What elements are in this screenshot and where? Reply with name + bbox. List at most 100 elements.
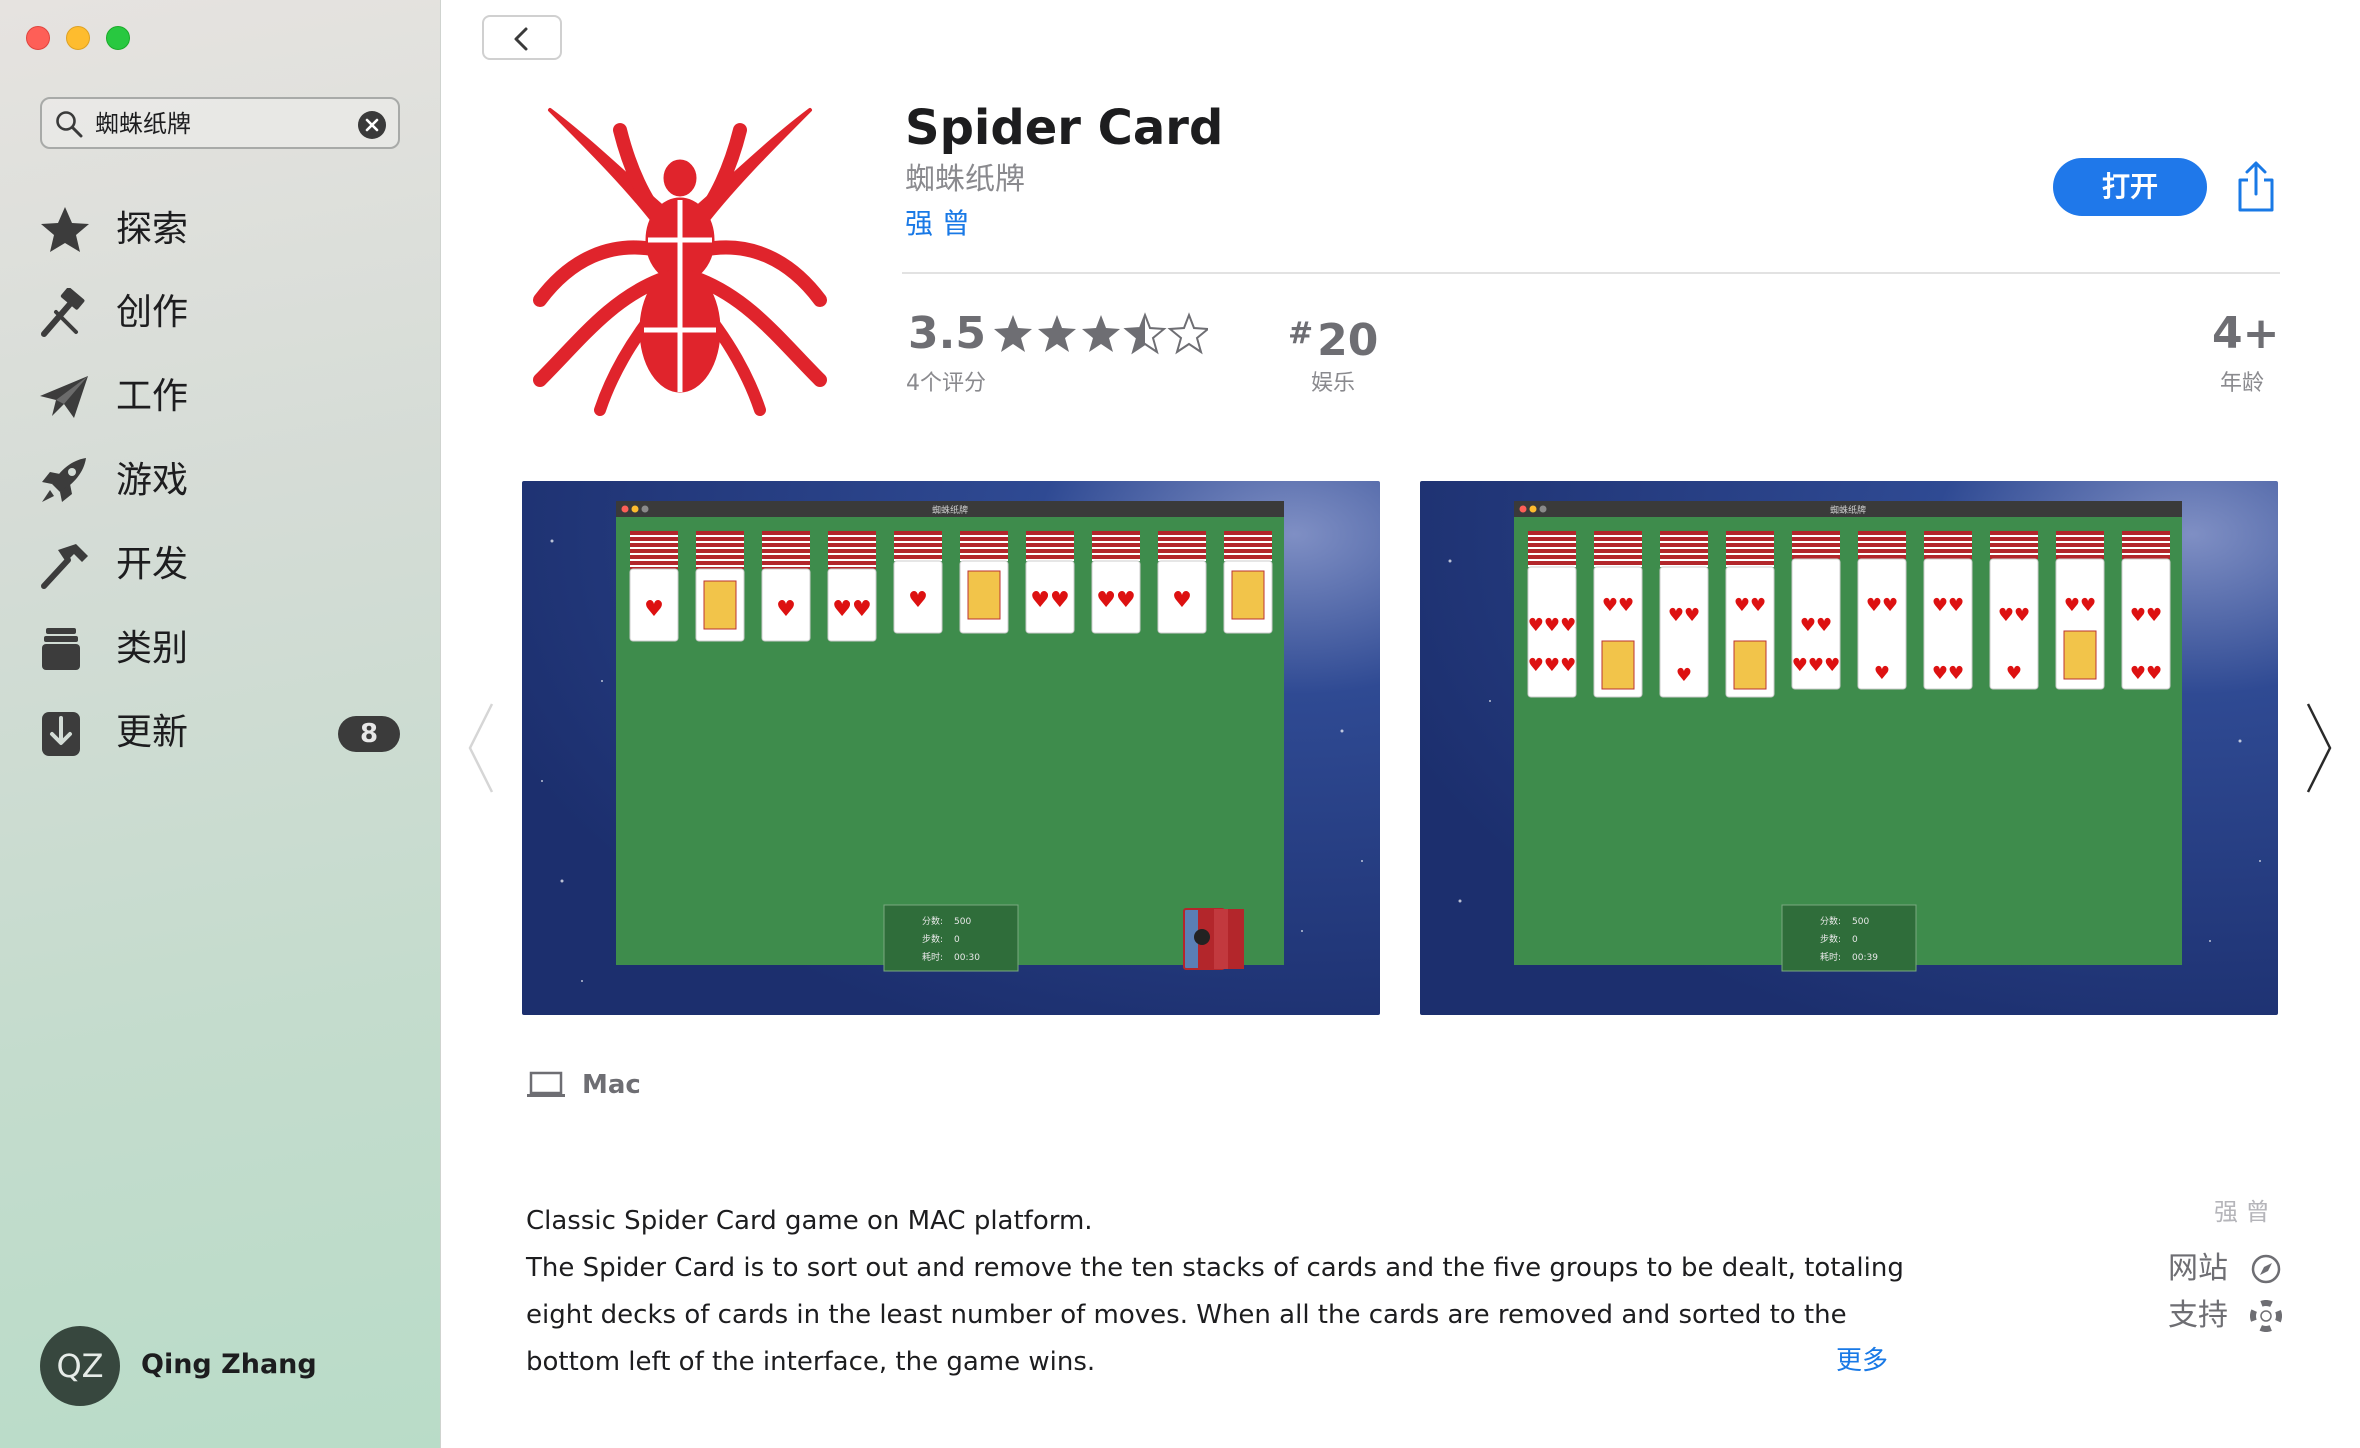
svg-text:♥♥: ♥♥: [1998, 605, 2030, 626]
score-label: 分数:: [922, 915, 943, 927]
user-name: Qing Zhang: [141, 1349, 317, 1380]
deal-pile: [1183, 908, 1244, 970]
svg-text:♥♥: ♥♥: [1932, 663, 1964, 684]
rating-stars: [994, 312, 1208, 355]
search-query[interactable]: 蜘蛛纸牌: [95, 108, 191, 140]
back-button[interactable]: [482, 15, 562, 60]
window-title: 蜘蛛纸牌: [1830, 504, 1866, 516]
star-icon: [1082, 315, 1120, 352]
svg-text:♥♥: ♥♥: [1668, 605, 1700, 626]
svg-text:♥♥: ♥♥: [1030, 588, 1069, 613]
paper-plane-icon: [40, 376, 88, 418]
svg-text:♥: ♥: [1172, 588, 1192, 613]
moves-value: 0: [1852, 935, 1858, 945]
moves-label: 步数:: [922, 933, 943, 945]
rank-value: 20: [1317, 315, 1379, 366]
rating-count: 4个评分: [906, 371, 986, 396]
window-title: 蜘蛛纸牌: [932, 504, 968, 516]
rank-hash: #: [1288, 316, 1314, 351]
chevron-left-icon: [514, 27, 528, 51]
developer-link[interactable]: 强 曾: [905, 208, 970, 240]
header-divider: [902, 272, 2280, 274]
svg-text:♥♥: ♥♥: [2130, 663, 2162, 684]
sidebar-item-categories[interactable]: 类别: [36, 614, 416, 684]
sidebar-item-work[interactable]: 工作: [36, 362, 416, 432]
app-description: Classic Spider Card game on MAC platform…: [526, 1198, 1926, 1386]
rank-category: 娱乐: [1311, 371, 1356, 396]
svg-text:♥♥: ♥♥: [1932, 595, 1964, 616]
avatar: QZ: [40, 1326, 120, 1406]
svg-text:♥: ♥: [1676, 665, 1692, 686]
app-title: Spider Card: [905, 100, 1224, 156]
minimize-button[interactable]: [66, 26, 90, 50]
score-value: 500: [1852, 917, 1869, 927]
sidebar-item-games[interactable]: 游戏: [36, 446, 416, 516]
clear-search-icon[interactable]: [358, 111, 386, 139]
sidebar-item-label: 工作: [116, 376, 189, 417]
rating-value: 3.5: [908, 308, 986, 359]
svg-text:♥♥: ♥♥: [1096, 588, 1135, 613]
support-link[interactable]: 支持: [2168, 1297, 2282, 1335]
empty-star-icon: [1167, 312, 1208, 355]
download-icon: [42, 712, 80, 756]
svg-text:♥: ♥: [776, 597, 796, 622]
sidebar-item-label: 探索: [116, 209, 189, 250]
updates-count-badge: 8: [338, 716, 400, 752]
description-line: Classic Spider Card game on MAC platform…: [526, 1206, 1093, 1236]
share-icon[interactable]: [2236, 160, 2276, 212]
description-body: The Spider Card is to sort out and remov…: [526, 1253, 1904, 1377]
moves-label: 步数:: [1820, 933, 1841, 945]
close-button[interactable]: [26, 26, 50, 50]
sidebar-item-discover[interactable]: 探索: [36, 195, 416, 265]
spider-app-icon: [533, 108, 827, 416]
star-icon: [1038, 315, 1076, 352]
hammer-icon: [41, 544, 88, 589]
app-store-window: 蜘蛛纸牌 探索 创作 工作 游戏 开发 类别 更新 8 QZ Qing Zhan…: [0, 0, 2360, 1448]
star-icon: [994, 315, 1032, 352]
rocket-icon: [42, 458, 86, 502]
svg-text:♥♥: ♥♥: [1866, 595, 1898, 616]
zoom-button[interactable]: [106, 26, 130, 50]
svg-text:♥♥: ♥♥: [1800, 615, 1832, 636]
svg-text:♥♥♥: ♥♥♥: [1528, 655, 1576, 676]
stack-icon: [42, 628, 80, 670]
website-label: 网站: [2168, 1251, 2228, 1286]
svg-text:♥: ♥: [644, 597, 664, 622]
more-link[interactable]: 更多: [1836, 1344, 1888, 1378]
search-field[interactable]: 蜘蛛纸牌: [40, 97, 400, 149]
previous-screenshot-icon[interactable]: [466, 700, 496, 796]
svg-text:♥♥: ♥♥: [1602, 595, 1634, 616]
sidebar: 蜘蛛纸牌 探索 创作 工作 游戏 开发 类别 更新 8 QZ Qing Zhan…: [0, 0, 441, 1448]
sidebar-item-updates[interactable]: 更新 8: [36, 698, 416, 768]
svg-text:♥♥♥: ♥♥♥: [1792, 655, 1840, 676]
developer-name[interactable]: 强 曾: [2214, 1196, 2270, 1228]
sidebar-item-develop[interactable]: 开发: [36, 530, 416, 600]
sidebar-item-label: 游戏: [116, 460, 189, 501]
compass-icon: [2251, 1254, 2281, 1284]
lifebuoy-icon: [2250, 1300, 2282, 1332]
support-label: 支持: [2168, 1298, 2228, 1333]
screenshot-1[interactable]: 蜘蛛纸牌 ♥ ♥ ♥♥ ♥ ♥♥ ♥♥ ♥ 分数: 500 步数: 0 耗时: …: [522, 481, 1380, 1015]
age-rating: 4+: [2212, 308, 2280, 359]
next-screenshot-icon[interactable]: [2304, 700, 2334, 796]
age-label: 年龄: [2220, 371, 2265, 396]
moves-value: 0: [954, 935, 960, 945]
screenshot-2[interactable]: 蜘蛛纸牌 ♥♥♥ ♥♥♥ ♥♥ ♥♥ ♥ ♥♥ ♥♥ ♥♥♥ ♥♥ ♥ ♥♥ ♥♥ ♥♥ ♥…: [1420, 481, 2278, 1015]
time-label: 耗时:: [922, 951, 943, 963]
half-star-icon: [1123, 312, 1167, 355]
svg-text:♥♥: ♥♥: [1734, 595, 1766, 616]
score-label: 分数:: [1820, 915, 1841, 927]
time-value: 00:39: [1852, 953, 1878, 963]
time-label: 耗时:: [1820, 951, 1841, 963]
website-link[interactable]: 网站: [2168, 1250, 2282, 1288]
app-subtitle: 蜘蛛纸牌: [905, 162, 1025, 197]
laptop-icon: [527, 1071, 565, 1097]
sidebar-item-create[interactable]: 创作: [36, 278, 416, 348]
sidebar-item-label: 更新: [116, 712, 189, 753]
user-account[interactable]: QZ Qing Zhang: [40, 1326, 420, 1406]
svg-text:♥♥♥: ♥♥♥: [1528, 615, 1576, 636]
open-button[interactable]: 打开: [2053, 158, 2207, 216]
svg-text:♥: ♥: [2006, 663, 2022, 684]
score-value: 500: [954, 917, 971, 927]
star-icon: [41, 207, 89, 252]
